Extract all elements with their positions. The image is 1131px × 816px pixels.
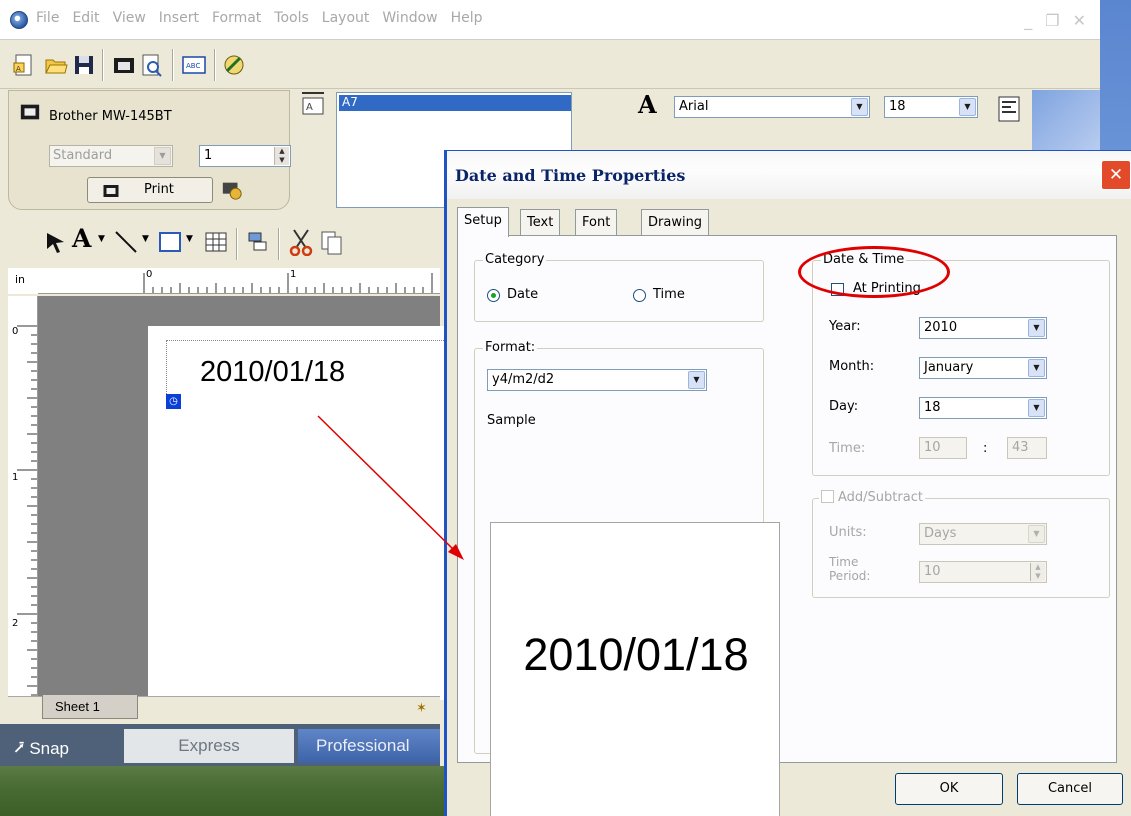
tab-setup[interactable]: Setup [457, 207, 509, 237]
annotation-arrow-line [317, 415, 459, 555]
annotation-arrow [317, 415, 464, 560]
